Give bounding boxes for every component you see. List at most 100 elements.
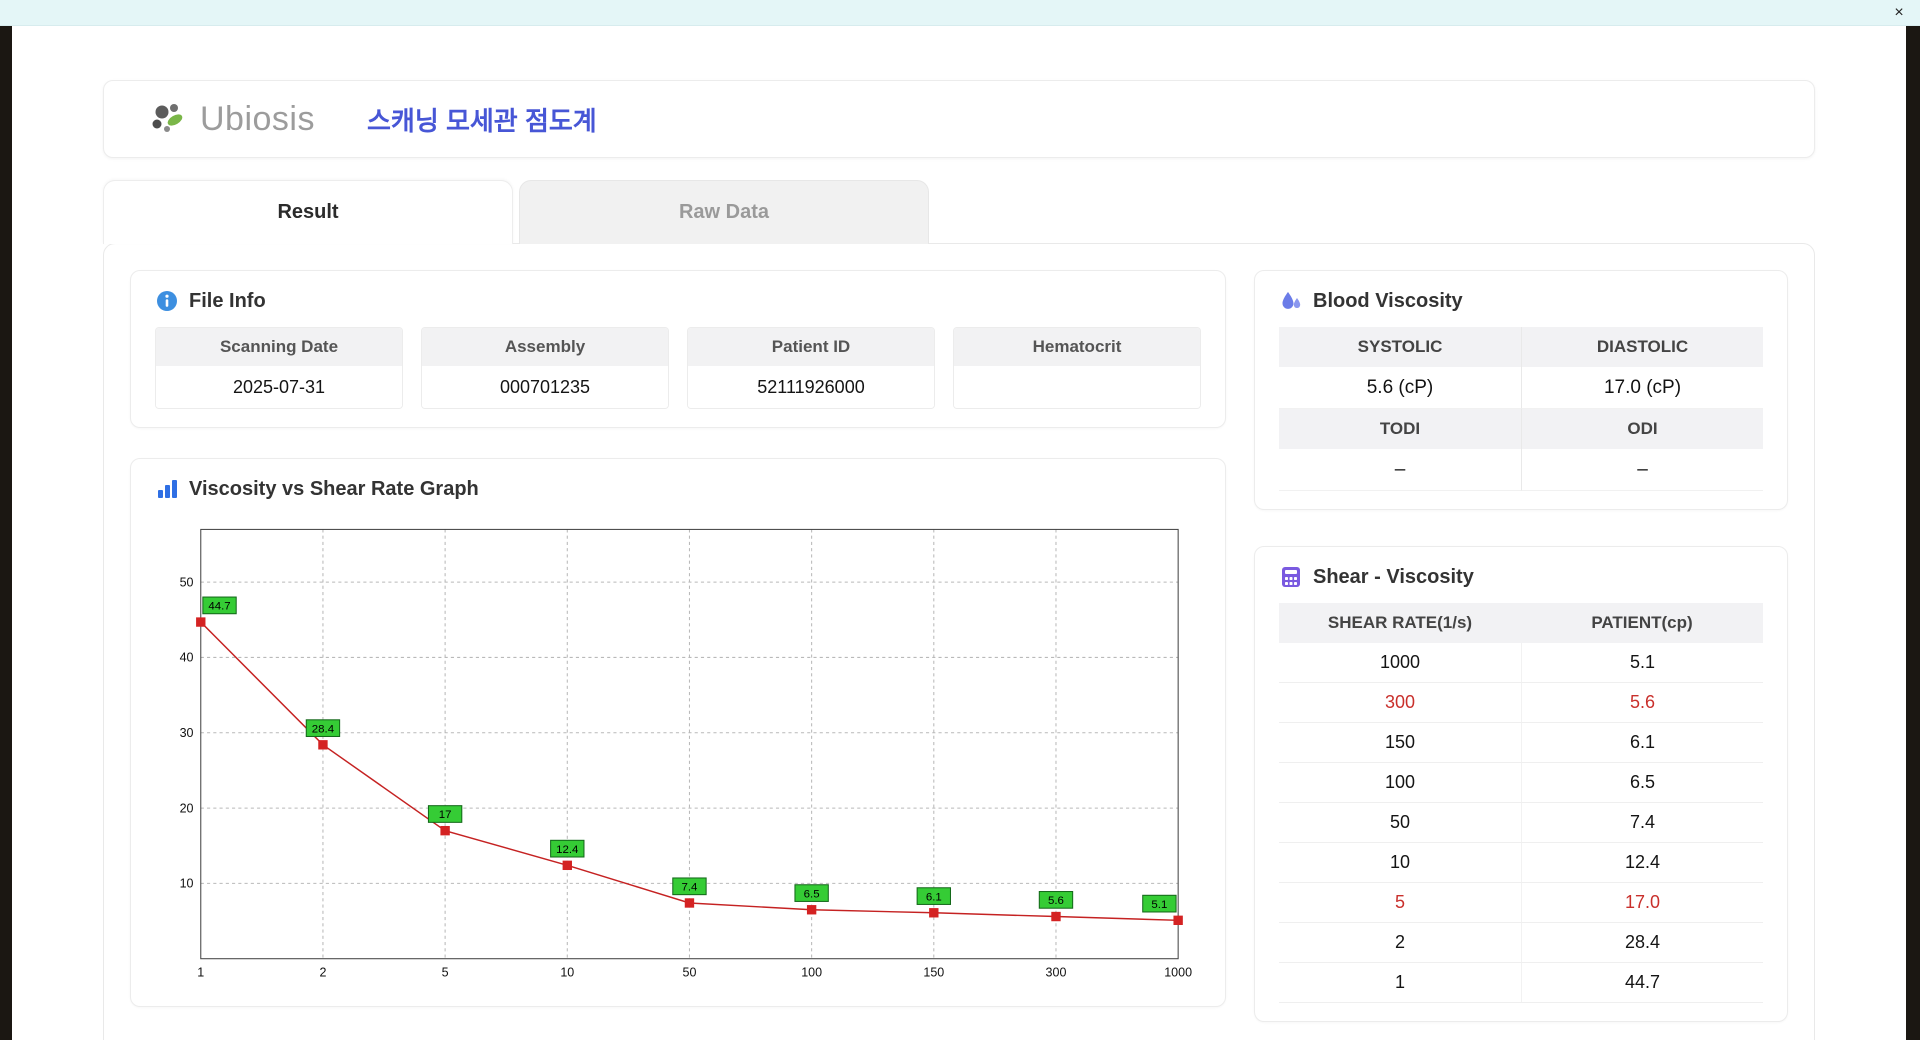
svg-text:12.4: 12.4 — [556, 844, 579, 856]
bar-chart-icon — [158, 480, 177, 498]
field-label: Scanning Date — [156, 328, 402, 366]
field-label: Patient ID — [688, 328, 934, 366]
shear-row: 1 44.7 — [1279, 963, 1763, 1003]
page-title: 스캐닝 모세관 점도계 — [366, 105, 597, 136]
close-icon[interactable]: × — [1888, 2, 1910, 24]
svg-text:300: 300 — [1046, 965, 1067, 979]
svg-text:17: 17 — [439, 809, 452, 821]
cell-rate: 2 — [1394, 932, 1405, 952]
svg-text:1: 1 — [197, 965, 204, 979]
svg-text:44.7: 44.7 — [208, 601, 230, 613]
shear-row: 50 7.4 — [1279, 803, 1763, 843]
field-assembly: Assembly 000701235 — [421, 327, 669, 409]
svg-text:6.1: 6.1 — [926, 891, 942, 903]
file-info-fields: Scanning Date 2025-07-31 Assembly 000701… — [155, 327, 1201, 409]
cell-rate: 300 — [1384, 692, 1416, 712]
brand-logo: Ubiosis — [148, 99, 315, 139]
field-value: 000701235 — [422, 366, 668, 408]
os-titlebar: × — [0, 0, 1920, 26]
shear-row: 10 12.4 — [1279, 843, 1763, 883]
cell-patient: 28.4 — [1521, 923, 1763, 962]
bv-header-odi: ODI — [1521, 409, 1763, 449]
file-info-card: File Info Scanning Date 2025-07-31 Assem… — [130, 270, 1226, 428]
field-hematocrit: Hematocrit — [953, 327, 1201, 409]
result-panel: File Info Scanning Date 2025-07-31 Assem… — [103, 243, 1815, 1040]
droplet-icon — [1282, 292, 1301, 309]
svg-text:5.1: 5.1 — [1151, 899, 1167, 911]
cell-patient: 5.6 — [1521, 683, 1763, 722]
svg-text:10: 10 — [560, 965, 574, 979]
field-patient-id: Patient ID 52111926000 — [687, 327, 935, 409]
cell-patient: 17.0 — [1521, 883, 1763, 922]
cell-rate: 10 — [1389, 852, 1411, 872]
app-window: Ubiosis 스캐닝 모세관 점도계 Result Raw Data File… — [12, 26, 1906, 1040]
svg-text:2: 2 — [319, 965, 326, 979]
tab-bar: Result Raw Data — [103, 180, 1815, 244]
field-label: Hematocrit — [954, 328, 1200, 366]
shear-col-rate: SHEAR RATE(1/s) — [1327, 613, 1473, 632]
cell-patient: 5.1 — [1521, 643, 1763, 682]
svg-text:50: 50 — [683, 965, 697, 979]
cell-rate: 150 — [1384, 732, 1416, 752]
svg-text:6.5: 6.5 — [804, 888, 820, 900]
file-info-title: File Info — [189, 289, 266, 312]
svg-text:150: 150 — [923, 965, 944, 979]
svg-text:40: 40 — [180, 651, 194, 665]
shear-table-body: 1000 5.1 300 5.6 150 6.1 100 6.5 50 7.4 … — [1279, 643, 1763, 1003]
viscosity-graph-card: Viscosity vs Shear Rate Graph 10 20 30 40 50… — [130, 458, 1226, 1007]
bv-value-systolic: 5.6 (cP) — [1279, 367, 1521, 409]
header: Ubiosis 스캐닝 모세관 점도계 — [103, 80, 1815, 158]
cell-rate: 100 — [1384, 772, 1416, 792]
viscosity-chart-svg: 10 20 30 40 50 1 2 5 10 50 100 150 300 1000 44.7 28.4 17… — [180, 528, 1192, 979]
cell-patient: 6.5 — [1521, 763, 1763, 802]
field-scanning-date: Scanning Date 2025-07-31 — [155, 327, 403, 409]
svg-text:20: 20 — [180, 801, 194, 815]
field-value: 2025-07-31 — [156, 366, 402, 408]
shear-row: 5 17.0 — [1279, 883, 1763, 923]
calculator-icon — [1282, 567, 1300, 587]
svg-text:5: 5 — [442, 965, 449, 979]
bv-header-todi: TODI — [1279, 409, 1521, 449]
bv-header-systolic: SYSTOLIC — [1279, 327, 1521, 367]
cell-patient: 7.4 — [1521, 803, 1763, 842]
field-value: 52111926000 — [688, 366, 934, 408]
bv-value-odi: – — [1521, 449, 1763, 491]
shear-row: 300 5.6 — [1279, 683, 1763, 723]
shear-row: 150 6.1 — [1279, 723, 1763, 763]
bv-header-diastolic: DIASTOLIC — [1521, 327, 1763, 367]
cell-rate: 1000 — [1379, 652, 1421, 672]
viscosity-chart: 10 20 30 40 50 1 2 5 10 50 100 150 300 1000 44.7 28.4 17… — [155, 515, 1201, 988]
shear-viscosity-card: Shear - Viscosity SHEAR RATE(1/s) PATIEN… — [1254, 546, 1788, 1022]
cell-rate: 5 — [1394, 892, 1405, 912]
svg-text:5.6: 5.6 — [1048, 895, 1064, 907]
cell-patient: 12.4 — [1521, 843, 1763, 882]
field-value — [954, 366, 1200, 408]
cell-patient: 6.1 — [1521, 723, 1763, 762]
graph-title: Viscosity vs Shear Rate Graph — [189, 477, 479, 500]
blood-viscosity-card: Blood Viscosity SYSTOLIC DIASTOLIC 5.6 (… — [1254, 270, 1788, 510]
tab-result[interactable]: Result — [103, 180, 513, 244]
bv-value-todi: – — [1279, 449, 1521, 491]
cell-rate: 1 — [1394, 972, 1405, 992]
shear-table-header: SHEAR RATE(1/s) PATIENT(cp) — [1279, 603, 1763, 643]
blood-viscosity-title: Blood Viscosity — [1313, 289, 1463, 312]
bv-value-diastolic: 17.0 (cP) — [1521, 367, 1763, 409]
svg-text:1000: 1000 — [1164, 965, 1192, 979]
field-label: Assembly — [422, 328, 668, 366]
svg-text:50: 50 — [180, 575, 194, 589]
cell-rate: 50 — [1389, 812, 1411, 832]
svg-text:100: 100 — [801, 965, 822, 979]
svg-text:10: 10 — [180, 877, 194, 891]
shear-row: 1000 5.1 — [1279, 643, 1763, 683]
tab-raw-data[interactable]: Raw Data — [519, 180, 929, 244]
shear-viscosity-title: Shear - Viscosity — [1313, 565, 1474, 588]
blood-viscosity-table: SYSTOLIC DIASTOLIC 5.6 (cP) 17.0 (cP) TO… — [1279, 327, 1763, 491]
svg-text:30: 30 — [180, 726, 194, 740]
svg-text:7.4: 7.4 — [682, 881, 699, 893]
brand-name: Ubiosis — [200, 99, 315, 138]
shear-row: 2 28.4 — [1279, 923, 1763, 963]
logo-leaf-icon — [152, 104, 183, 132]
cell-patient: 44.7 — [1521, 963, 1763, 1002]
svg-text:28.4: 28.4 — [312, 723, 335, 735]
info-icon — [157, 291, 177, 311]
